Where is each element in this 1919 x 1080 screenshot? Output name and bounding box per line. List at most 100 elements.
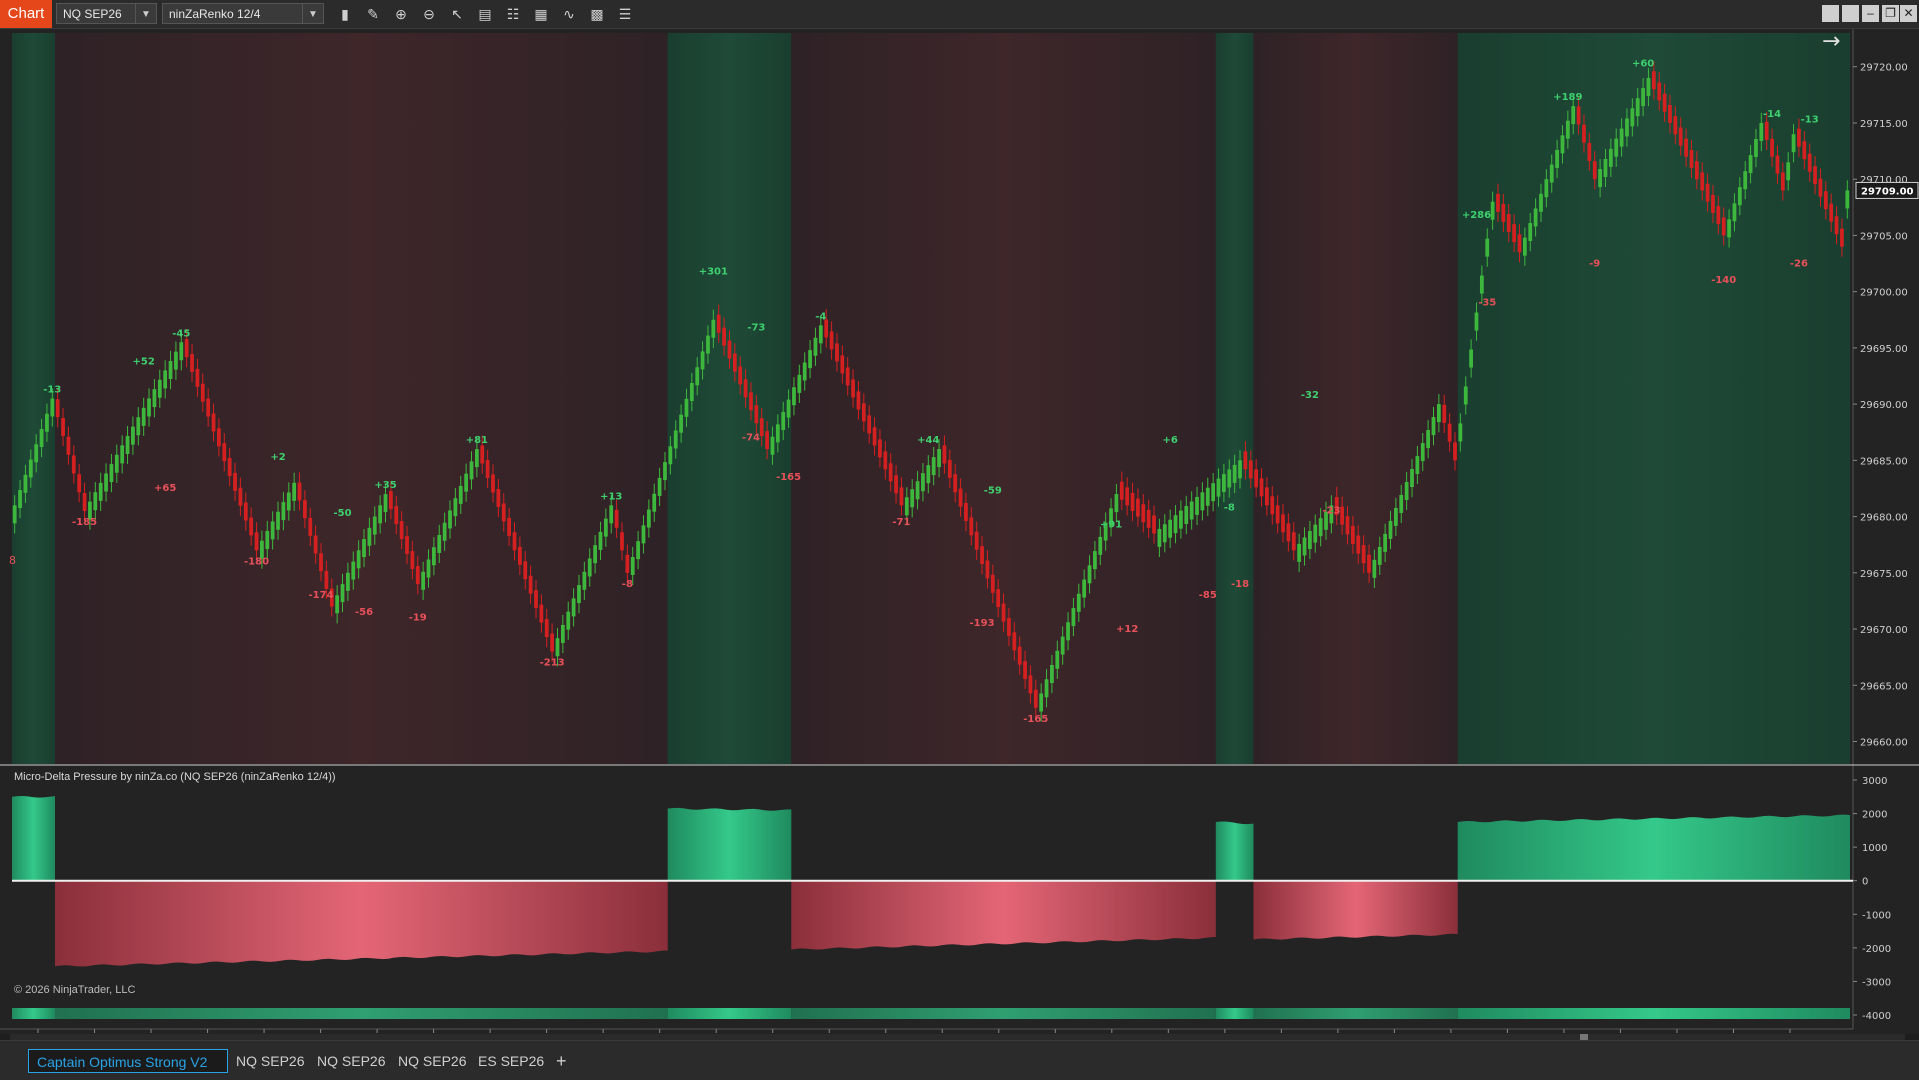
restore-icon[interactable]: ❐ [1882, 5, 1899, 22]
swing-label: +81 [466, 435, 488, 446]
renko-bar [523, 561, 528, 580]
strategies-icon[interactable]: ▦ [530, 4, 552, 24]
renko-bar [829, 331, 834, 350]
pointer-icon[interactable]: ↖ [446, 4, 468, 24]
add-tab-button[interactable]: + [548, 1049, 575, 1073]
renko-bar [1195, 496, 1199, 515]
chart-canvas[interactable]: -13-185+52+65-45-180+2-174-50-56+35-19+8… [0, 29, 1919, 1034]
renko-bar [797, 374, 802, 393]
swing-label: +35 [374, 480, 396, 491]
renko-bar [292, 482, 297, 501]
renko-bar [1571, 106, 1576, 125]
renko-bar [1608, 148, 1613, 167]
bar-type-icon[interactable]: ▮ [334, 4, 356, 24]
renko-bar [663, 462, 667, 481]
renko-bar [668, 446, 673, 465]
renko-bar [1377, 546, 1382, 565]
renko-bar [646, 509, 651, 528]
renko-bar [958, 488, 963, 507]
renko-bar [732, 353, 737, 372]
renko-bar [1168, 519, 1173, 538]
renko-bar [109, 464, 114, 483]
price-tick-label: 29690.00 [1860, 400, 1908, 411]
renko-bar [1173, 515, 1178, 534]
templates-icon[interactable]: ▩ [586, 4, 608, 24]
renko-bar [996, 589, 1001, 608]
renko-bar [560, 624, 565, 643]
tab-captain-optimus[interactable]: Captain Optimus Strong V2 [28, 1049, 228, 1073]
renko-bar [1469, 349, 1473, 368]
renko-bar [770, 436, 775, 455]
renko-bar [1490, 201, 1495, 220]
renko-bar [1539, 193, 1543, 212]
renko-bar [657, 477, 662, 496]
data-box-icon[interactable]: ▤ [474, 4, 496, 24]
renko-bar [894, 475, 898, 494]
renko-bar [883, 451, 888, 470]
renko-bar [431, 547, 436, 566]
chart-window-tab[interactable]: Chart [0, 0, 52, 28]
renko-bar [840, 355, 845, 374]
renko-bar [706, 335, 710, 354]
renko-bar [1598, 169, 1602, 188]
tab-es-sep26[interactable]: ES SEP26 [470, 1049, 552, 1073]
list-icon[interactable]: ☰ [614, 4, 636, 24]
renko-bar [190, 353, 194, 372]
price-tick-label: 29705.00 [1860, 231, 1908, 242]
price-tick-label: 29685.00 [1860, 456, 1908, 467]
zoom-out-icon[interactable]: ⊖ [418, 4, 440, 24]
tab-nq-sep26-3[interactable]: NQ SEP26 [390, 1049, 474, 1073]
renko-bar [899, 487, 904, 506]
chevron-down-icon[interactable]: ▼ [135, 4, 156, 23]
renko-bar [227, 458, 232, 477]
tile-icon[interactable] [1842, 5, 1859, 22]
renko-bar [1657, 82, 1662, 101]
renko-bar [679, 414, 683, 433]
renko-bar [1802, 141, 1807, 160]
renko-bar [1415, 456, 1420, 475]
indicators-icon[interactable]: ∿ [558, 4, 580, 24]
renko-bar [1603, 158, 1608, 177]
renko-bar [276, 511, 280, 530]
renko-bar [335, 595, 340, 614]
renko-bar [1420, 443, 1425, 462]
renko-bar [1248, 460, 1253, 479]
renko-bar [636, 541, 640, 560]
chevron-down-icon[interactable]: ▼ [302, 4, 323, 23]
renko-bar [1823, 191, 1828, 210]
renko-bar [964, 502, 968, 521]
properties-icon[interactable]: ☷ [502, 4, 524, 24]
renko-bar [904, 497, 909, 516]
renko-bar [1001, 603, 1006, 622]
close-icon[interactable]: ✕ [1900, 5, 1917, 22]
swing-label: -50 [333, 508, 351, 519]
renko-bar [1694, 161, 1699, 180]
renko-bar [147, 398, 151, 417]
renko-bar [1549, 164, 1554, 183]
renko-bar [485, 460, 490, 479]
renko-bar [781, 411, 786, 430]
renko-bar [1275, 505, 1280, 524]
bear-region [54, 33, 668, 764]
renko-bar [603, 518, 608, 537]
swing-label: -23 [1322, 506, 1340, 517]
renko-bar [356, 550, 361, 569]
tab-nq-sep26-1[interactable]: NQ SEP26 [228, 1049, 312, 1073]
minimize-icon[interactable]: – [1862, 5, 1879, 22]
renko-bar [1565, 120, 1570, 139]
renko-bar [861, 403, 866, 422]
renko-bar [442, 522, 447, 541]
tile-icon[interactable] [1822, 5, 1839, 22]
renko-bar [528, 575, 533, 594]
renko-bar [1200, 492, 1205, 511]
zoom-in-icon[interactable]: ⊕ [390, 4, 412, 24]
drawing-tools-icon[interactable]: ✎ [362, 4, 384, 24]
indicator-tick-label: 3000 [1862, 776, 1887, 787]
bar-type-selector[interactable]: ninZaRenko 12/4 ▼ [162, 3, 324, 24]
renko-bar [1780, 172, 1785, 191]
arrow-right-icon[interactable]: → [1822, 29, 1840, 54]
tab-nq-sep26-2[interactable]: NQ SEP26 [309, 1049, 393, 1073]
instrument-selector[interactable]: NQ SEP26 ▼ [56, 3, 157, 24]
renko-bar [1845, 190, 1850, 209]
renko-bar [1012, 632, 1017, 651]
